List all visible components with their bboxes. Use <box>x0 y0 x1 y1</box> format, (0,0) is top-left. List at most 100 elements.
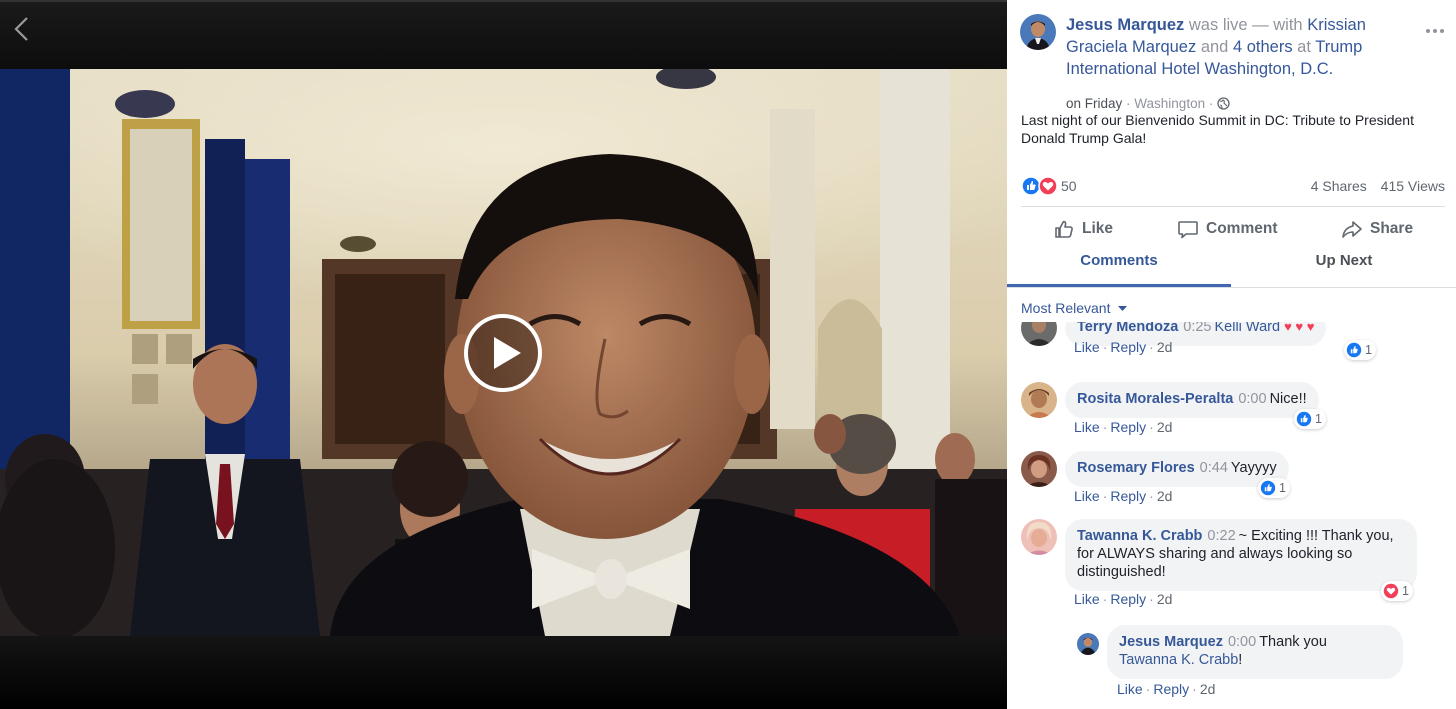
shares-count[interactable]: 4 Shares <box>1311 178 1367 194</box>
tab-up-next[interactable]: Up Next <box>1232 246 1456 288</box>
comment-actions: Like · Reply · 2d <box>1117 681 1216 697</box>
replier-avatar[interactable] <box>1077 633 1099 655</box>
share-label: Share <box>1370 220 1414 237</box>
comment-actions: Like · Reply · 2d <box>1074 488 1173 504</box>
comment-reaction-badge[interactable]: 1 <box>1294 409 1326 429</box>
commenter-name[interactable]: Tawanna K. Crabb <box>1077 528 1202 544</box>
video-player[interactable] <box>0 0 1007 709</box>
comment-age[interactable]: 2d <box>1157 419 1173 435</box>
globe-icon <box>1217 97 1230 110</box>
comment-reaction-badge[interactable]: 1 <box>1381 581 1413 601</box>
post-meta: on Friday · Washington · <box>1066 96 1230 111</box>
reaction-count: 1 <box>1402 584 1409 598</box>
views-count: 415 Views <box>1380 178 1445 194</box>
post-stats: 4 Shares 415 Views <box>1301 178 1445 194</box>
was-live-text: was live — with <box>1188 16 1303 34</box>
comment-timestamp[interactable]: 0:25 <box>1183 322 1211 335</box>
comment-button[interactable]: Comment <box>1177 218 1277 240</box>
back-chevron-icon[interactable] <box>10 14 34 44</box>
comment-text: Thank you <box>1259 634 1327 650</box>
comment-reply-link[interactable]: Reply <box>1110 419 1146 435</box>
comment-bubble: Tawanna K. Crabb 0:22 ~ Exciting !!! Thank… <box>1065 519 1417 591</box>
comment-reply-link[interactable]: Reply <box>1110 591 1146 607</box>
like-button[interactable]: Like <box>1053 218 1113 240</box>
comment-age[interactable]: 2d <box>1157 339 1173 355</box>
like-reaction-icon <box>1346 342 1362 358</box>
more-options-icon[interactable] <box>1424 26 1446 36</box>
reaction-count: 1 <box>1279 481 1286 495</box>
reaction-count: 1 <box>1315 412 1322 426</box>
comment-bubble: Rosemary Flores 0:44 Yayyyy <box>1065 451 1289 487</box>
comment-bubble: Rosita Morales-Peralta 0:00 Nice!! <box>1065 382 1319 418</box>
comment-mention[interactable]: Kelli Ward <box>1215 322 1281 335</box>
share-button[interactable]: Share <box>1341 218 1413 240</box>
share-icon <box>1342 221 1362 238</box>
tab-comments-label: Comments <box>1080 252 1158 269</box>
commenter-name[interactable]: Rosita Morales-Peralta <box>1077 391 1233 407</box>
like-label: Like <box>1082 220 1114 237</box>
comment-reply-link[interactable]: Reply <box>1153 681 1189 697</box>
author-name-link[interactable]: Jesus Marquez <box>1066 16 1184 34</box>
like-reaction-icon <box>1296 411 1312 427</box>
comment-reply-link[interactable]: Reply <box>1110 339 1146 355</box>
tab-comments[interactable]: Comments <box>1007 246 1231 288</box>
and-text: and <box>1200 38 1229 56</box>
comment-reaction-badge[interactable]: 1 <box>1258 478 1290 498</box>
comment-like-link[interactable]: Like <box>1117 681 1143 697</box>
post-side-panel: Jesus Marquez was live — with Krissian G… <box>1007 0 1456 709</box>
commenter-avatar[interactable] <box>1021 382 1057 418</box>
comment-timestamp[interactable]: 0:00 <box>1228 634 1256 650</box>
comment-actions: Like · Reply · 2d <box>1074 419 1173 435</box>
comment-reply-link[interactable]: Reply <box>1110 488 1146 504</box>
reactions-row: 50 4 Shares 415 Views <box>1021 175 1445 197</box>
comment-label: Comment <box>1206 220 1278 237</box>
comment-like-link[interactable]: Like <box>1074 488 1100 504</box>
sort-label: Most Relevant <box>1021 300 1111 316</box>
comment-icon <box>1178 221 1198 239</box>
comments-list: Terry Mendoza 0:25 Kelli Ward ♥ ♥ ♥ 1 Like… <box>1007 322 1456 709</box>
comment-like-link[interactable]: Like <box>1074 419 1100 435</box>
comment-timestamp[interactable]: 0:00 <box>1238 391 1266 407</box>
comment-text-suffix: ! <box>1238 652 1243 668</box>
comment-actions: Like · Reply · 2d <box>1074 339 1173 355</box>
heart-emoji-icon: ♥ ♥ ♥ <box>1284 322 1315 334</box>
video-top-bar <box>0 0 1007 69</box>
comment-age[interactable]: 2d <box>1200 681 1216 697</box>
comment-text: Yayyyy <box>1230 460 1277 476</box>
commenter-avatar[interactable] <box>1021 519 1057 555</box>
thumbs-up-icon <box>1055 220 1073 238</box>
comment-age[interactable]: 2d <box>1157 488 1173 504</box>
post-date[interactable]: on Friday <box>1066 96 1122 111</box>
meta-separator: · <box>1208 96 1218 111</box>
divider <box>1007 287 1456 288</box>
comment-text: Nice!! <box>1269 391 1307 407</box>
comment-timestamp[interactable]: 0:22 <box>1207 528 1235 544</box>
comment-like-link[interactable]: Like <box>1074 339 1100 355</box>
divider <box>1021 206 1445 207</box>
post-actions: Like Comment Share <box>1021 210 1445 246</box>
comment-age[interactable]: 2d <box>1157 591 1173 607</box>
like-reaction-icon <box>1260 480 1276 496</box>
post-header-text: Jesus Marquez was live — with Krissian G… <box>1066 14 1406 80</box>
reactions-count[interactable]: 50 <box>1061 178 1077 194</box>
tab-up-next-label: Up Next <box>1315 252 1373 269</box>
comment-timestamp[interactable]: 0:44 <box>1200 460 1228 476</box>
commenter-avatar[interactable] <box>1021 451 1057 487</box>
comment-sort-dropdown[interactable]: Most Relevant <box>1021 300 1128 316</box>
comment-mention[interactable]: Tawanna K. Crabb <box>1119 652 1238 668</box>
love-reaction-icon <box>1383 583 1399 599</box>
comment-like-link[interactable]: Like <box>1074 591 1100 607</box>
panel-tabs: Comments Up Next <box>1007 246 1456 288</box>
at-text: at <box>1297 38 1311 56</box>
play-icon[interactable] <box>463 313 543 393</box>
commenter-name[interactable]: Terry Mendoza <box>1077 322 1178 335</box>
commenter-name[interactable]: Jesus Marquez <box>1119 634 1223 650</box>
commenter-avatar[interactable] <box>1021 322 1057 346</box>
comment-reaction-badge[interactable]: 1 <box>1344 340 1376 360</box>
commenter-name[interactable]: Rosemary Flores <box>1077 460 1195 476</box>
post-place[interactable]: Washington <box>1134 96 1205 111</box>
others-link[interactable]: 4 others <box>1233 38 1293 56</box>
comment-actions: Like · Reply · 2d <box>1074 591 1173 607</box>
author-avatar[interactable] <box>1020 14 1056 50</box>
love-reaction-icon[interactable] <box>1038 176 1058 196</box>
